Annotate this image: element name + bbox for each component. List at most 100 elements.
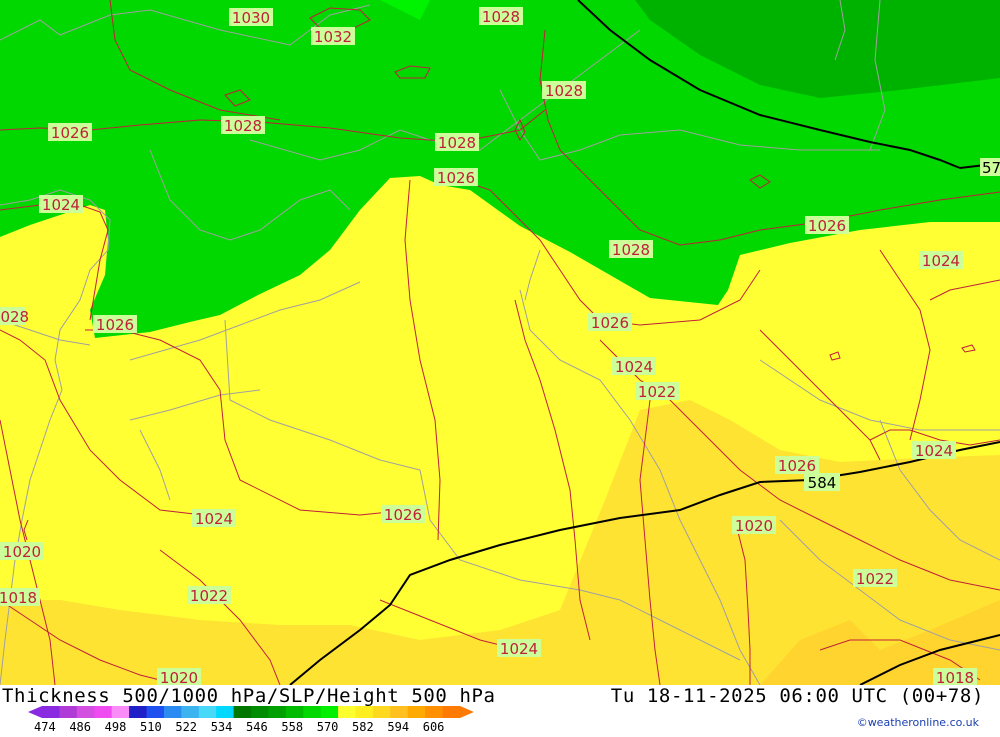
legend-swatch	[268, 706, 287, 718]
legend-swatch	[390, 706, 409, 718]
svg-text:1020: 1020	[735, 517, 773, 535]
legend-swatch	[251, 706, 269, 718]
map-title: Thickness 500/1000 hPa/SLP/Height 500 hP…	[2, 685, 496, 707]
svg-text:1024: 1024	[615, 358, 653, 376]
svg-text:1022: 1022	[190, 587, 228, 605]
pressure-label: 1032	[311, 27, 355, 46]
pressure-label: 1022	[635, 382, 679, 401]
legend-swatch	[407, 706, 426, 718]
height-label: 57	[980, 158, 1000, 177]
svg-text:1022: 1022	[856, 570, 894, 588]
legend-tick-label: 486	[69, 720, 91, 733]
pressure-label: 1024	[612, 357, 656, 376]
pressure-label: 1030	[229, 8, 273, 27]
legend-canvas: 474 486 498 510 522 534 546 558 570 582 594 606	[28, 706, 474, 734]
pressure-label: 1018	[0, 588, 40, 607]
legend-tick-label: 594	[387, 720, 409, 733]
pressure-label: 1026	[93, 315, 137, 334]
svg-text:1028: 1028	[438, 134, 476, 152]
svg-text:1026: 1026	[591, 314, 629, 332]
legend-tick-label: 570	[317, 720, 339, 733]
pressure-label: 1028	[435, 133, 479, 152]
weather-map: 1030 1032 1028 1028 1026 1028 1028 1028 …	[0, 0, 1000, 685]
credit-link[interactable]: ©weatheronline.co.uk	[857, 716, 979, 729]
svg-text:1020: 1020	[3, 543, 41, 561]
legend-swatch	[129, 706, 147, 718]
legend-swatch	[216, 706, 235, 718]
map-footer: Thickness 500/1000 hPa/SLP/Height 500 hP…	[0, 685, 1000, 734]
pressure-label: 1028	[0, 307, 29, 326]
legend-swatch	[233, 706, 252, 718]
pressure-label: 1028	[479, 7, 523, 26]
pressure-label: 1024	[497, 639, 541, 658]
pressure-label: 1020	[0, 542, 44, 561]
svg-text:1026: 1026	[384, 506, 422, 524]
legend-arrow-right	[460, 706, 474, 718]
pressure-label: 1022	[853, 569, 897, 588]
legend-swatch	[320, 706, 339, 718]
svg-text:1028: 1028	[482, 8, 520, 26]
svg-text:1030: 1030	[232, 9, 270, 27]
legend-swatch	[372, 706, 391, 718]
legend-swatch	[442, 706, 461, 718]
pressure-label: 1028	[221, 116, 265, 135]
pressure-label: 1018	[933, 668, 977, 685]
svg-text:584: 584	[808, 474, 837, 492]
pressure-label: 1026	[805, 216, 849, 235]
svg-text:1028: 1028	[224, 117, 262, 135]
svg-text:57: 57	[982, 159, 1000, 177]
height-label: 584	[804, 473, 840, 492]
pressure-label: 1024	[39, 195, 83, 214]
pressure-label: 1026	[588, 313, 632, 332]
legend-tick-label: 606	[423, 720, 445, 733]
legend-tick-label: 498	[105, 720, 127, 733]
svg-text:1026: 1026	[96, 316, 134, 334]
svg-text:1018: 1018	[936, 669, 974, 685]
legend-swatch	[76, 706, 95, 718]
legend-arrow-left	[28, 706, 42, 718]
svg-text:1026: 1026	[437, 169, 475, 187]
pressure-label: 1026	[775, 456, 819, 475]
legend-swatch	[303, 706, 322, 718]
svg-text:1028: 1028	[0, 308, 29, 326]
svg-text:1028: 1028	[612, 241, 650, 259]
pressure-label: 1020	[732, 516, 776, 535]
svg-text:1024: 1024	[922, 252, 960, 270]
legend-swatch	[338, 706, 356, 718]
svg-text:1024: 1024	[915, 442, 953, 460]
pressure-label: 1024	[919, 251, 963, 270]
svg-text:1022: 1022	[638, 383, 676, 401]
svg-text:1026: 1026	[778, 457, 816, 475]
legend-swatch	[425, 706, 444, 718]
svg-text:1028: 1028	[545, 82, 583, 100]
legend-swatch	[94, 706, 113, 718]
pressure-label: 1028	[609, 240, 653, 259]
pressure-label: 1026	[381, 505, 425, 524]
legend-tick-label: 558	[281, 720, 303, 733]
pressure-label: 1026	[434, 168, 478, 187]
legend-tick-label: 474	[34, 720, 56, 733]
legend-tick-label: 534	[211, 720, 233, 733]
svg-text:1026: 1026	[51, 124, 89, 142]
pressure-label: 1026	[48, 123, 92, 142]
pressure-label: 1024	[912, 441, 956, 460]
legend-swatch	[181, 706, 200, 718]
pressure-label: 1020	[157, 668, 201, 685]
legend-tick-label: 546	[246, 720, 268, 733]
legend-swatch	[163, 706, 182, 718]
map-canvas: 1030 1032 1028 1028 1026 1028 1028 1028 …	[0, 0, 1000, 685]
svg-text:1018: 1018	[0, 589, 37, 607]
legend-swatch	[59, 706, 78, 718]
legend-swatch	[285, 706, 304, 718]
valid-time: Tu 18-11-2025 06:00 UTC (00+78)	[610, 685, 984, 707]
legend-swatch	[146, 706, 165, 718]
legend-tick-label: 582	[352, 720, 374, 733]
legend-tick-label: 510	[140, 720, 162, 733]
svg-text:1024: 1024	[500, 640, 538, 658]
svg-text:1024: 1024	[195, 510, 233, 528]
svg-text:1020: 1020	[160, 669, 198, 685]
legend-swatch	[355, 706, 374, 718]
pressure-label: 1028	[542, 81, 586, 100]
svg-text:1026: 1026	[808, 217, 846, 235]
svg-text:1024: 1024	[42, 196, 80, 214]
